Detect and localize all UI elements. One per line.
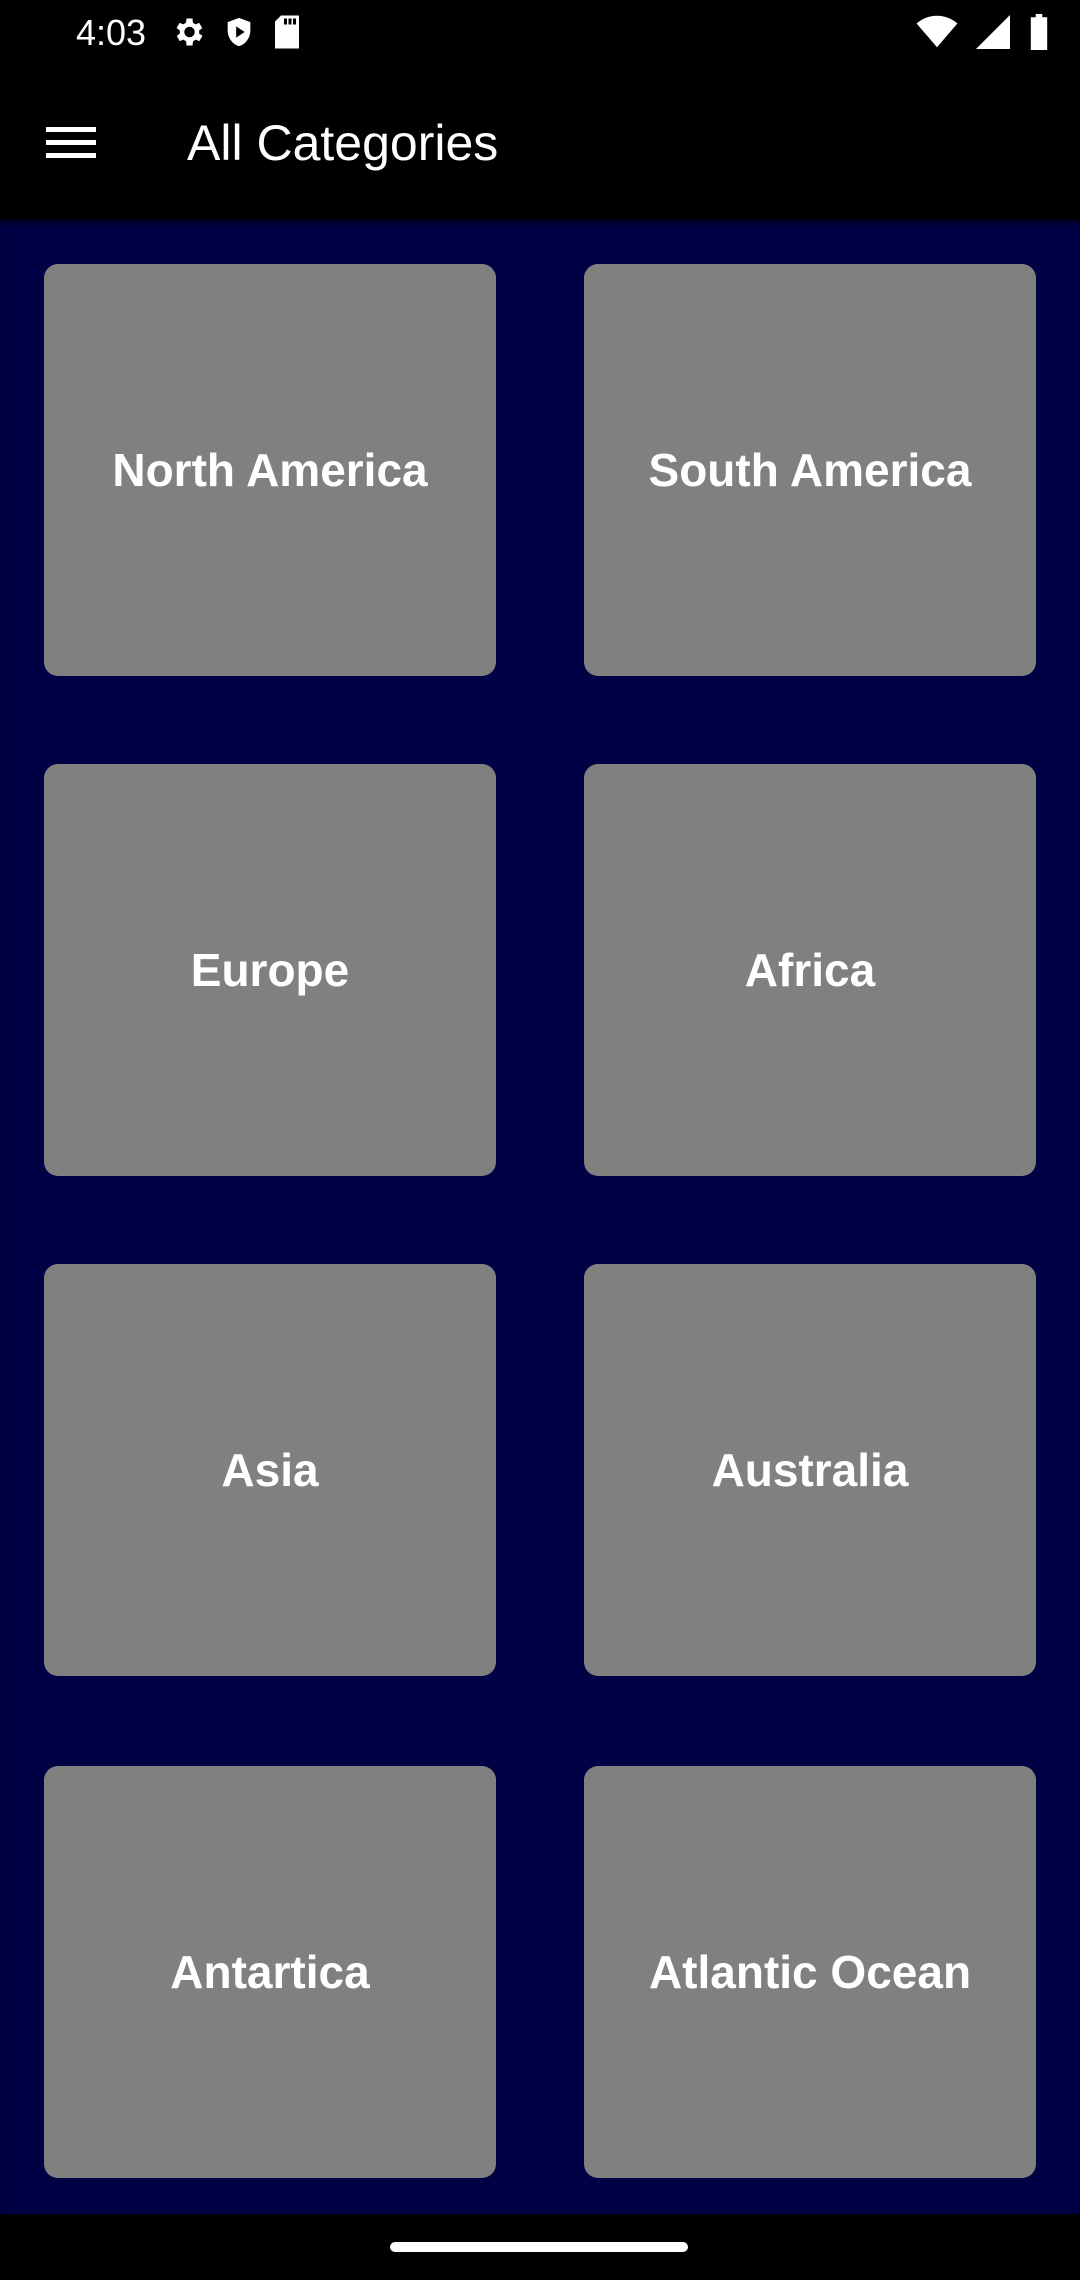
- gear-icon: [170, 14, 206, 50]
- category-label: Asia: [221, 1444, 319, 1496]
- status-bar: 4:03: [0, 0, 1080, 68]
- status-icons-left: [170, 14, 302, 50]
- category-tile-north-america[interactable]: North America: [44, 264, 496, 676]
- home-gesture-handle[interactable]: [390, 2242, 688, 2252]
- category-label: North America: [112, 444, 428, 496]
- page-title: All Categories: [187, 115, 499, 171]
- status-icons-right: [916, 14, 1050, 50]
- shield-icon: [222, 14, 256, 50]
- category-tile-australia[interactable]: Australia: [584, 1264, 1036, 1676]
- menu-button[interactable]: [36, 110, 106, 180]
- categories-grid: North America South America Europe Afric…: [0, 220, 1080, 2214]
- category-label: Australia: [711, 1444, 909, 1496]
- navigation-bar: [0, 2214, 1080, 2280]
- category-tile-atlantic-ocean[interactable]: Atlantic Ocean: [584, 1766, 1036, 2178]
- hamburger-menu-icon: [46, 125, 96, 166]
- category-label: Atlantic Ocean: [648, 1946, 972, 1998]
- category-tile-asia[interactable]: Asia: [44, 1264, 496, 1676]
- signal-icon: [976, 15, 1010, 49]
- category-tile-south-america[interactable]: South America: [584, 264, 1036, 676]
- sd-card-icon: [272, 14, 302, 50]
- category-label: South America: [648, 444, 972, 496]
- category-label: Antartica: [170, 1946, 370, 1998]
- category-label: Europe: [190, 944, 350, 996]
- status-time: 4:03: [76, 12, 147, 53]
- category-tile-antartica[interactable]: Antartica: [44, 1766, 496, 2178]
- wifi-icon: [916, 15, 958, 49]
- battery-icon: [1028, 14, 1050, 50]
- category-tile-africa[interactable]: Africa: [584, 764, 1036, 1176]
- category-tile-europe[interactable]: Europe: [44, 764, 496, 1176]
- category-label: Africa: [744, 944, 876, 996]
- app-bar: All Categories: [0, 68, 1080, 220]
